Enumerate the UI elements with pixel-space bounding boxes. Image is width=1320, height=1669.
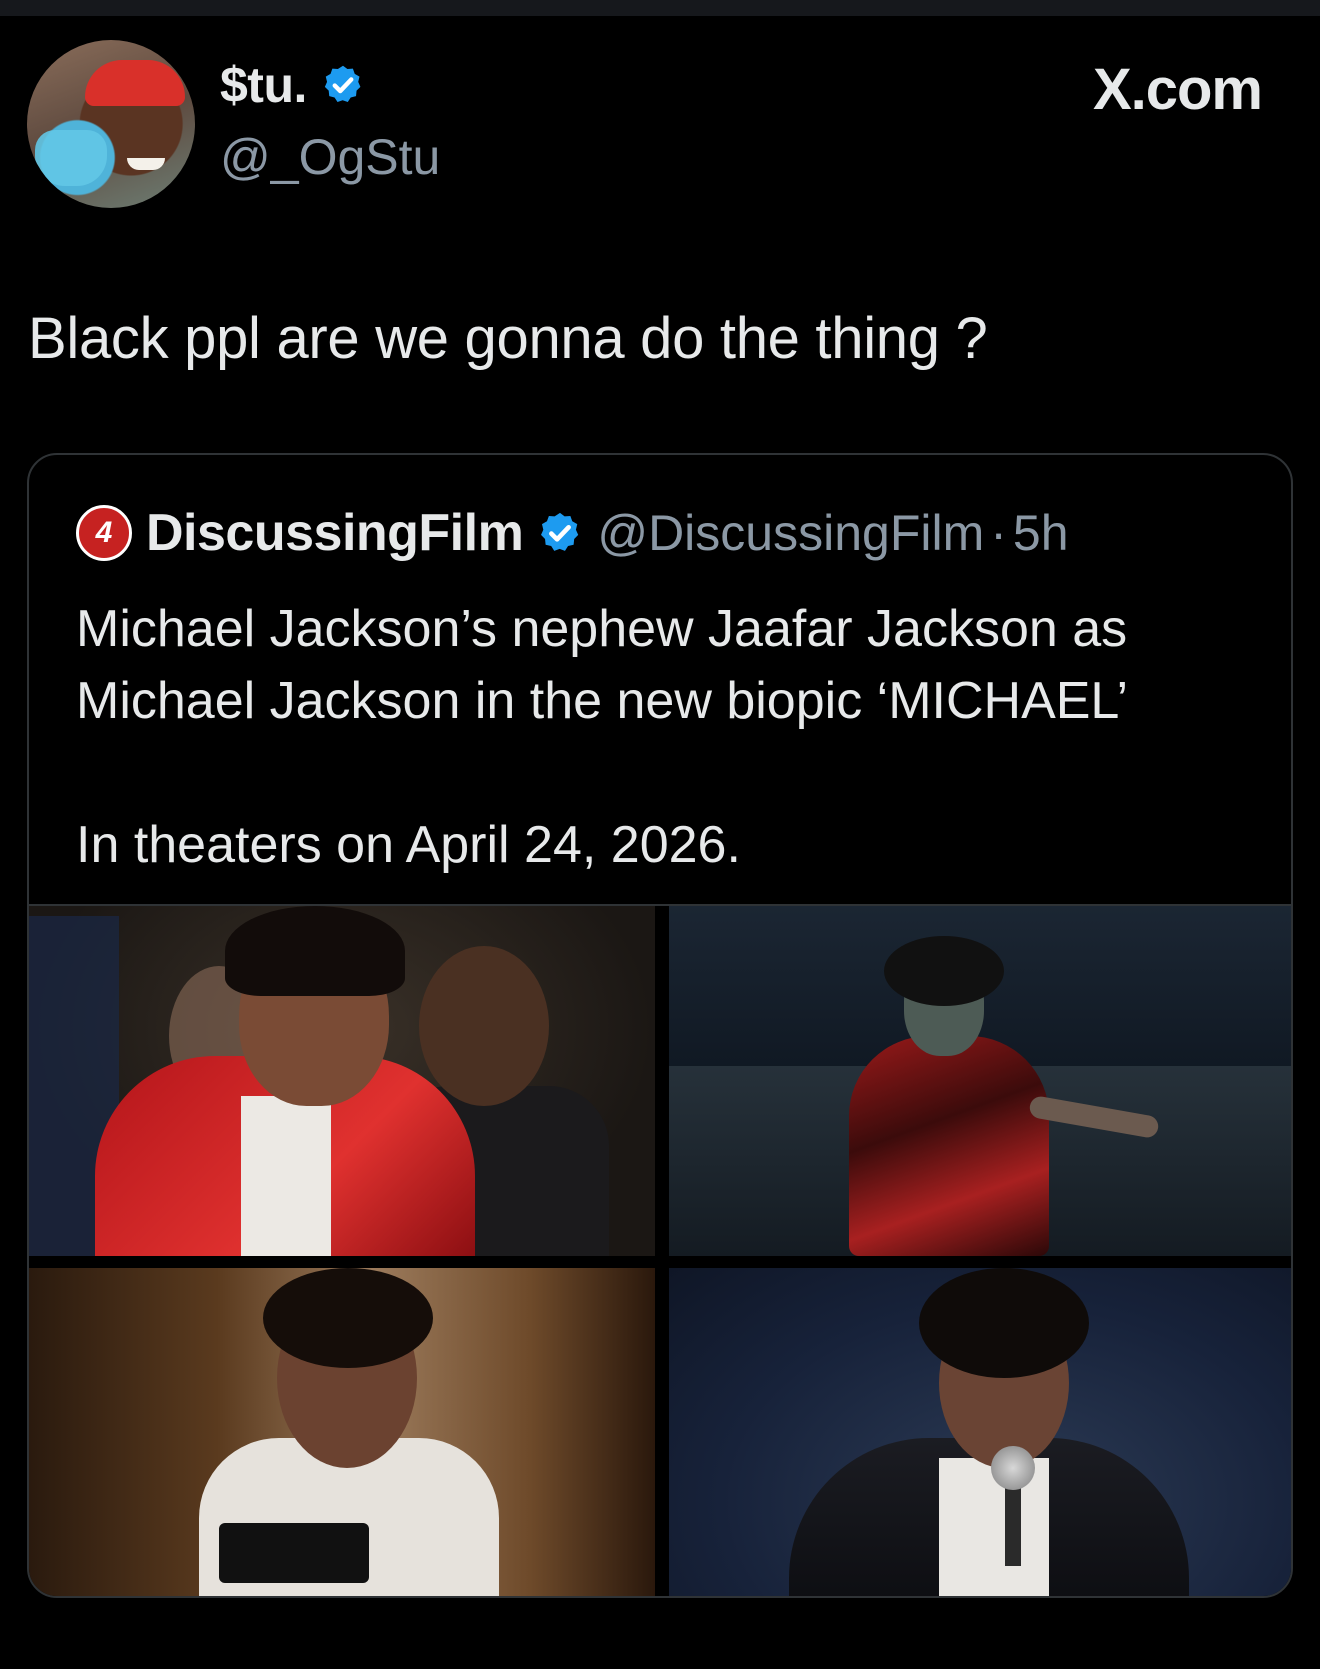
photo-studio[interactable] [29,1268,655,1596]
verified-badge-icon [541,512,579,551]
quoted-tweet-header: 4 DiscussingFilm @DiscussingFilm · 5h [76,503,1069,563]
quoted-text-line: Michael Jackson in the new biopic ‘MICHA… [76,672,1129,730]
white-shirt [241,1096,331,1256]
hair [225,906,405,996]
avatar-cup [35,130,107,186]
tweet-text: Black ppl are we gonna do the thing ? [28,306,988,371]
photo-red-jacket[interactable] [29,906,655,1256]
studio-microphone [219,1523,369,1583]
tweet-screenshot: $tu. @_OgStu X.com Black ppl are we gonn… [0,0,1320,1669]
media-grid [29,904,1291,1596]
top-strip [0,0,1320,16]
photo-stage-performance[interactable] [669,1268,1291,1596]
quoted-tweet[interactable]: 4 DiscussingFilm @DiscussingFilm · 5h Mi… [27,453,1293,1598]
quoted-tweet-text: Michael Jackson’s nephew Jaafar Jackson … [76,593,1256,881]
site-watermark: X.com [1092,57,1263,122]
background-figure [419,946,549,1106]
microphone-handle [1005,1486,1021,1566]
separator-dot: · [990,505,1007,561]
photo-thriller-street[interactable] [669,906,1291,1256]
hair [263,1268,433,1368]
hair [919,1268,1089,1378]
author-avatar[interactable] [27,40,195,208]
quoted-timestamp[interactable]: 5h [1013,504,1069,562]
verified-badge-icon [324,65,361,103]
quoted-text-line: Michael Jackson’s nephew Jaafar Jackson … [76,600,1128,658]
avatar-cap [85,60,185,106]
microphone-icon [991,1446,1035,1490]
author-display-name[interactable]: $tu. [220,56,307,114]
quoted-text-line: In theaters on April 24, 2026. [76,816,741,874]
author-name-row: $tu. [220,56,365,114]
red-black-jacket [849,1036,1049,1256]
author-handle[interactable]: @_OgStu [220,128,440,186]
hair [884,936,1004,1006]
quoted-display-name[interactable]: DiscussingFilm [146,503,524,563]
quoted-handle[interactable]: @DiscussingFilm [597,504,984,562]
discussingfilm-logo-icon[interactable]: 4 [76,505,132,561]
avatar-smile [127,158,165,170]
